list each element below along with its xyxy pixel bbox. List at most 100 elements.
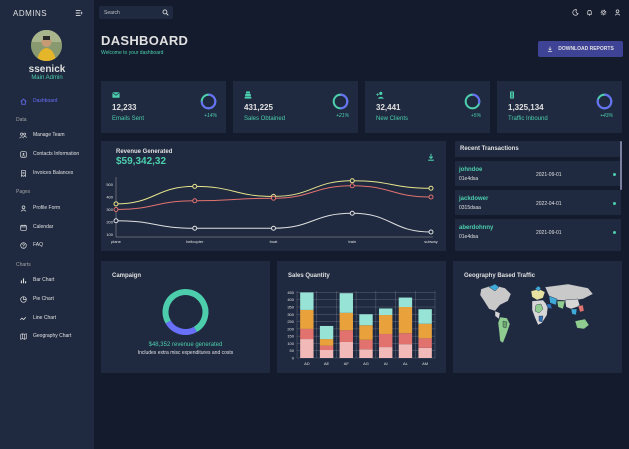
sidebar-item-line-chart[interactable]: Line Chart [19, 312, 56, 324]
campaign-note: Includes extra misc expenditures and cos… [137, 350, 234, 356]
sidebar-item-label: Geography Chart [33, 333, 72, 339]
bar-segment [418, 323, 432, 339]
sidebar-item-dashboard[interactable]: Dashboard [19, 95, 57, 107]
x-tick-label: AF [344, 361, 350, 366]
transaction-date: 2022-04-01 [536, 201, 562, 207]
dark-mode-icon[interactable] [572, 9, 579, 16]
sidebar-item-label: Profile Form [33, 205, 61, 211]
progress-ring [596, 93, 613, 110]
stat-increase: +21% [336, 113, 349, 119]
y-tick-label: 200 [106, 220, 113, 225]
notifications-icon[interactable] [586, 9, 593, 16]
sidebar-item-bar-chart[interactable]: Bar Chart [19, 274, 54, 286]
x-tick-label: AL [403, 361, 409, 366]
data-point [428, 194, 434, 200]
stat-increase: +14% [204, 113, 217, 119]
bar-segment [379, 308, 393, 316]
bar-segment [359, 325, 373, 340]
y-tick-label: 250 [287, 319, 294, 324]
help-icon [19, 241, 27, 249]
y-tick-label: 150 [287, 334, 294, 339]
x-tick-label: helicopter [186, 239, 204, 244]
people-icon [19, 131, 27, 139]
sidebar-item-label: Contacts Information [33, 151, 80, 157]
transaction-row[interactable]: johndoe 01e4dsa 2021-09-01 [455, 161, 621, 186]
sidebar-item-pie-chart[interactable]: Pie Chart [19, 293, 54, 305]
bar-segment [300, 339, 314, 358]
status-dot [613, 173, 616, 176]
download-icon [548, 46, 553, 52]
x-tick-label: train [348, 239, 356, 244]
settings-icon[interactable] [600, 9, 607, 16]
stat-card-clients: 32,441 New Clients +5% [365, 81, 490, 133]
data-point [113, 218, 119, 224]
transaction-row[interactable]: jackdower 0315dsaa 2022-04-01 [455, 190, 621, 215]
bar-segment [379, 333, 393, 348]
sidebar-item-label: Line Chart [33, 315, 57, 321]
sidebar-item-manage-team[interactable]: Manage Team [19, 129, 65, 141]
scrollbar[interactable] [620, 141, 622, 190]
campaign-card: Campaign $48,352 revenue generated Inclu… [101, 261, 270, 373]
stat-label: Sales Obtained [244, 116, 286, 122]
x-tick-label: boat [270, 239, 279, 244]
sidebar-item-label: Bar Chart [33, 277, 55, 283]
page-subtitle: Welcome to your dashboard [101, 50, 164, 56]
data-point [271, 225, 276, 231]
bar-segment [418, 347, 432, 358]
stat-card-traffic: 1,325,134 Traffic Inbound +43% [497, 81, 622, 133]
transaction-id: johndoe [459, 167, 483, 173]
campaign-revenue: $48,352 revenue generated [148, 342, 223, 348]
profile-icon[interactable] [614, 9, 621, 16]
bar-segment [418, 338, 432, 348]
stat-card-emails: 12,233 Emails Sent +14% [101, 81, 226, 133]
sidebar-item-invoices[interactable]: Invoices Balances [19, 167, 73, 179]
bar-segment [398, 297, 413, 308]
bar-segment [339, 341, 353, 358]
data-point [349, 183, 355, 189]
menu-icon[interactable] [75, 9, 83, 17]
sidebar-item-calendar[interactable]: Calendar [19, 221, 53, 233]
bar-segment [319, 339, 334, 346]
y-tick-label: 450 [287, 290, 294, 295]
sales-bar-chart: 0 50 100 150 200 250 300 350 400 450 AD AE AF AG AI AL A… [287, 290, 436, 366]
sales-card: Sales Quantity 0 50 100 150 200 250 300 350 400 4… [277, 261, 446, 373]
user-role: Main Admin [31, 75, 63, 81]
stat-value: 32,441 [376, 103, 401, 112]
y-tick-label: 200 [287, 326, 294, 331]
transaction-row[interactable]: aberdohnny 01e4dsa 2021-09-01 [455, 219, 621, 251]
sidebar-section-charts: Charts [16, 262, 31, 268]
sidebar-item-geography-chart[interactable]: Geography Chart [19, 330, 71, 342]
bar-segment [300, 292, 314, 310]
bar-segment [398, 333, 413, 345]
bar-segment [339, 293, 353, 313]
y-tick-label: 0 [292, 356, 295, 361]
bar-segment [339, 312, 353, 331]
bar-segment [319, 349, 334, 358]
geo-card: Geography Based Traffic [453, 261, 622, 373]
bar-segment [300, 328, 314, 340]
progress-ring [200, 93, 217, 110]
download-reports-button[interactable]: DOWNLOAD REPORTS [538, 41, 623, 57]
traffic-icon [510, 91, 514, 99]
sidebar-item-contacts[interactable]: Contacts Information [19, 148, 79, 160]
search-icon[interactable] [162, 9, 169, 16]
x-tick-label: AM [422, 361, 428, 366]
bar-segment [398, 344, 413, 358]
pie-chart-icon [19, 295, 27, 303]
bar-segment [339, 330, 353, 342]
sidebar-item-profile-form[interactable]: Profile Form [19, 202, 60, 214]
person-add-icon [376, 91, 384, 99]
sidebar-item-faq[interactable]: FAQ [19, 239, 43, 251]
email-icon [112, 92, 120, 98]
x-tick-label: plane [111, 239, 122, 244]
search-input[interactable] [104, 8, 156, 17]
data-point [428, 229, 434, 235]
bar-segment [359, 349, 373, 358]
receipt-icon [19, 169, 27, 177]
y-tick-label: 100 [106, 232, 113, 237]
bar-segment [319, 345, 334, 350]
status-dot [613, 202, 616, 205]
stat-label: Emails Sent [112, 116, 145, 122]
status-dot [613, 231, 616, 234]
transaction-user: 0315dsaa [459, 205, 481, 211]
